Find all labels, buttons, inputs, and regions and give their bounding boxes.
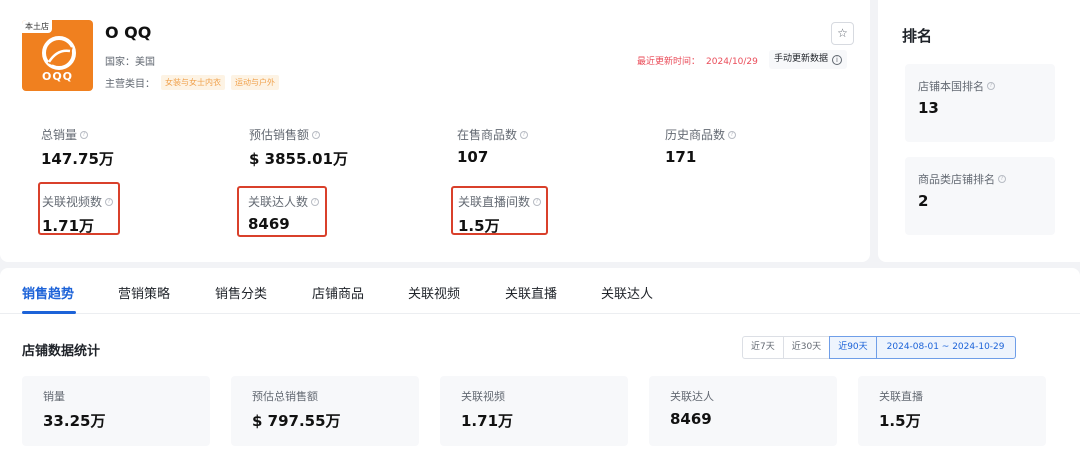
rank-category: 商品类店铺排名? 2: [905, 157, 1055, 235]
help-icon[interactable]: ?: [312, 130, 321, 139]
update-time-value: 2024/10/29: [706, 57, 758, 67]
metric-sales: 销量 33.25万: [22, 376, 210, 446]
country-value: 美国: [135, 57, 155, 68]
metric-value: 1.71万: [461, 412, 514, 430]
sales-trend-card: 销售趋势 营销策略 销售分类 店铺商品 关联视频 关联直播 关联达人 店铺数据统…: [0, 268, 1080, 475]
range-7-days-button[interactable]: 近7天: [742, 336, 784, 359]
country-label: 国家：: [105, 57, 135, 68]
stat-value: 147.75万: [41, 150, 114, 168]
favorite-button[interactable]: ☆: [831, 22, 854, 45]
stat-label: 在售商品数: [457, 128, 518, 142]
stat-label: 预估销售额: [249, 128, 310, 142]
stat-value: 1.5万: [458, 217, 500, 235]
metric-label: 关联达人: [670, 390, 714, 403]
stat-label: 总销量: [41, 128, 78, 142]
tab-marketing-strategy[interactable]: 营销策略: [118, 283, 170, 302]
ranking-title: 排名: [902, 27, 933, 45]
tab-bar: 销售趋势 营销策略 销售分类 店铺商品 关联视频 关联直播 关联达人: [0, 268, 1080, 314]
category-tag[interactable]: 女装与女士内衣: [161, 75, 225, 90]
stat-estimated-revenue: 预估销售额? $ 3855.01万: [249, 126, 348, 169]
date-range-picker[interactable]: 2024-08-01 ~ 2024-10-29: [875, 336, 1016, 359]
update-button-label: 手动更新数据: [774, 54, 829, 64]
rank-label: 店铺本国排名: [918, 80, 984, 93]
stat-historical-products: 历史商品数? 171: [665, 126, 737, 166]
tab-related-creators[interactable]: 关联达人: [601, 283, 653, 302]
info-icon[interactable]: i: [832, 54, 843, 65]
stat-value: 107: [457, 148, 489, 166]
stat-related-live-rooms: 关联直播间数? 1.5万: [458, 193, 542, 236]
stat-label: 历史商品数: [665, 128, 726, 142]
active-tab-indicator: [22, 311, 76, 314]
stat-label: 关联直播间数: [458, 195, 531, 209]
tab-sales-category[interactable]: 销售分类: [215, 283, 267, 302]
stat-related-videos: 关联视频数? 1.71万: [42, 193, 114, 236]
star-icon: ☆: [837, 26, 848, 40]
tab-shop-products[interactable]: 店铺商品: [312, 283, 364, 302]
stat-label: 关联视频数: [42, 195, 103, 209]
stat-total-sales: 总销量? 147.75万: [41, 126, 114, 169]
metric-label: 关联视频: [461, 390, 505, 403]
metric-related-creators: 关联达人 8469: [649, 376, 837, 446]
logo-text: OQQ: [41, 70, 74, 83]
rank-label: 商品类店铺排名: [918, 173, 995, 186]
shop-country: 国家：美国: [105, 53, 155, 68]
help-icon[interactable]: ?: [80, 130, 89, 139]
stat-products-on-sale: 在售商品数? 107: [457, 126, 529, 166]
metric-label: 关联直播: [879, 390, 923, 403]
category-label: 主营类目：: [105, 79, 155, 90]
range-30-days-button[interactable]: 近30天: [782, 336, 831, 359]
shop-logo: 本土店 OQQ: [22, 20, 93, 91]
metric-value: 1.5万: [879, 412, 921, 430]
metric-related-live: 关联直播 1.5万: [858, 376, 1046, 446]
metric-related-videos: 关联视频 1.71万: [440, 376, 628, 446]
stat-value: 1.71万: [42, 217, 95, 235]
rank-domestic: 店铺本国排名? 13: [905, 64, 1055, 142]
help-icon[interactable]: ?: [105, 197, 114, 206]
metric-label: 销量: [43, 390, 65, 403]
metric-estimated-revenue: 预估总销售额 $ 797.55万: [231, 376, 419, 446]
help-icon[interactable]: ?: [987, 82, 995, 90]
help-icon[interactable]: ?: [520, 130, 529, 139]
stat-related-creators: 关联达人数? 8469: [248, 193, 320, 233]
rank-value: 13: [918, 99, 939, 117]
stat-value: $ 3855.01万: [249, 150, 348, 168]
help-icon[interactable]: ?: [998, 175, 1006, 183]
help-icon[interactable]: ?: [533, 197, 542, 206]
manual-update-button[interactable]: 手动更新数据 i: [769, 50, 848, 69]
metric-label: 预估总销售额: [252, 390, 318, 403]
tab-related-videos[interactable]: 关联视频: [408, 283, 460, 302]
local-shop-tag: 本土店: [22, 20, 52, 33]
update-label: 最近更新时间：: [637, 57, 701, 67]
date-range-selector: 近7天 近30天 近90天 2024-08-01 ~ 2024-10-29: [742, 336, 1016, 359]
last-update: 最近更新时间： 2024/10/29: [637, 54, 758, 67]
stat-value: 171: [665, 148, 697, 166]
metric-value: 8469: [670, 410, 712, 428]
tab-sales-trend[interactable]: 销售趋势: [22, 283, 74, 302]
metric-value: $ 797.55万: [252, 412, 341, 430]
rank-value: 2: [918, 192, 929, 210]
category-tag[interactable]: 运动与户外: [231, 75, 279, 90]
tab-related-live[interactable]: 关联直播: [505, 283, 557, 302]
shop-category: 主营类目： 女装与女士内衣 运动与户外: [105, 75, 279, 90]
stat-label: 关联达人数: [248, 195, 309, 209]
stat-value: 8469: [248, 215, 290, 233]
help-icon[interactable]: ?: [311, 197, 320, 206]
help-icon[interactable]: ?: [728, 130, 737, 139]
section-title: 店铺数据统计: [22, 344, 101, 359]
shop-name: O QQ: [105, 23, 152, 42]
range-90-days-button[interactable]: 近90天: [829, 336, 877, 359]
metric-value: 33.25万: [43, 412, 106, 430]
